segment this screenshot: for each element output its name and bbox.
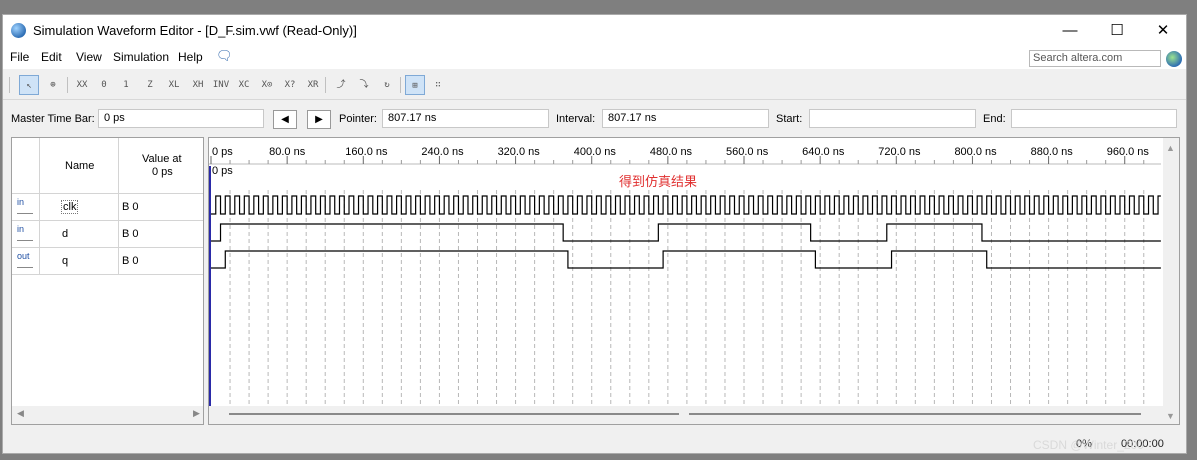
signal-list-panel: Name Value at 0 ps in clk B 0 in d B 0 o…: [11, 137, 204, 425]
scroll-right-icon[interactable]: ▶: [193, 408, 200, 419]
help-bubble-icon[interactable]: 🗨: [216, 48, 233, 64]
pointer-label: Pointer:: [339, 113, 377, 125]
toolbar-separator: [9, 77, 10, 93]
signal-value: B 0: [122, 201, 139, 213]
close-button[interactable]: ✕: [1143, 19, 1183, 43]
select-tool-icon[interactable]: ↖: [19, 75, 39, 95]
timeline-tick-label: 560.0 ns: [726, 146, 769, 158]
timeline-tick-label: 720.0 ns: [878, 146, 921, 158]
interval-label: Interval:: [556, 113, 596, 125]
signal-name[interactable]: q: [62, 255, 68, 267]
timeline-tick-label: 960.0 ns: [1107, 146, 1150, 158]
vertical-scrollbar[interactable]: [1163, 138, 1179, 424]
timeline-tick-label: 0 ps: [212, 146, 233, 158]
timeline-tick-label: 800.0 ns: [954, 146, 997, 158]
value-column-header-time: 0 ps: [152, 166, 173, 178]
time-bar: Master Time Bar: 0 ps ◀ ▶ Pointer: 807.1…: [3, 103, 1186, 133]
name-column-header[interactable]: Name: [65, 160, 94, 172]
uninitialized-value-icon[interactable]: XX: [72, 75, 92, 95]
scroll-up-icon[interactable]: ▲: [1166, 143, 1175, 153]
invert-icon[interactable]: INV: [211, 75, 231, 95]
pin-arrow: [17, 261, 33, 268]
timeline-tick-label: 400.0 ns: [574, 146, 617, 158]
search-input[interactable]: Search altera.com: [1029, 50, 1161, 67]
horizontal-scrollbar[interactable]: ◀ ▶: [12, 406, 203, 424]
pin-arrow: [17, 207, 33, 214]
count-value-icon[interactable]: XC: [234, 75, 254, 95]
timeline-tick-label: 480.0 ns: [650, 146, 693, 158]
scroll-down-icon[interactable]: ▼: [1166, 411, 1175, 421]
weak-low-icon[interactable]: XL: [164, 75, 184, 95]
globe-icon[interactable]: [1166, 51, 1182, 67]
random-value-icon[interactable]: XR: [303, 75, 323, 95]
toolbar-separator: [400, 77, 401, 93]
minimize-button[interactable]: —: [1050, 19, 1090, 43]
prev-transition-button[interactable]: ◀: [273, 110, 297, 129]
master-time-bar-field[interactable]: 0 ps: [98, 109, 264, 128]
signal-row-q[interactable]: out q B 0: [12, 247, 203, 275]
app-icon: [11, 23, 26, 38]
zoom-tool-icon[interactable]: ⊕: [43, 75, 63, 95]
menu-view[interactable]: View: [76, 50, 102, 64]
menu-help[interactable]: Help: [178, 50, 203, 64]
pin-arrow: [17, 234, 33, 241]
forcing-low-icon[interactable]: 0: [94, 75, 114, 95]
run-functional-icon[interactable]: ⤴: [331, 75, 351, 95]
end-label: End:: [983, 113, 1006, 125]
menu-edit[interactable]: Edit: [41, 50, 62, 64]
maximize-button[interactable]: ☐: [1097, 19, 1137, 43]
interval-field[interactable]: 807.17 ns: [602, 109, 769, 128]
timeline-tick-label: 80.0 ns: [269, 146, 306, 158]
toolbar-separator: [325, 77, 326, 93]
menu-simulation[interactable]: Simulation: [113, 50, 169, 64]
signal-row-d[interactable]: in d B 0: [12, 220, 203, 246]
start-label: Start:: [776, 113, 803, 125]
clock-value-icon[interactable]: X⊙: [257, 75, 277, 95]
clk-waveform[interactable]: [211, 195, 1161, 215]
timeline-tick-label: 320.0 ns: [498, 146, 541, 158]
signal-name[interactable]: clk: [60, 200, 79, 214]
watermark: CSDN @Winter_200: [1033, 438, 1144, 452]
signal-row-clk[interactable]: in clk B 0: [12, 193, 203, 219]
d-waveform[interactable]: [211, 223, 1161, 242]
scroll-left-icon[interactable]: ◀: [17, 408, 24, 419]
forcing-high-icon[interactable]: 1: [116, 75, 136, 95]
high-impedance-icon[interactable]: Z: [140, 75, 160, 95]
toolbar-separator: [67, 77, 68, 93]
title-bar: Simulation Waveform Editor - [D_F.sim.vw…: [3, 15, 1186, 47]
grid-settings-icon[interactable]: ∷: [428, 75, 448, 95]
annotation-text: 得到仿真结果: [619, 174, 697, 190]
timeline-tick-label: 880.0 ns: [1031, 146, 1074, 158]
waveform-canvas[interactable]: 0 ps 80.0 ns 160.0 ns 240.0 ns 320.0 ns 400.0…: [209, 138, 1179, 424]
input-pin-icon: in: [17, 224, 25, 234]
q-waveform[interactable]: [211, 250, 1161, 269]
start-field[interactable]: [809, 109, 976, 128]
next-transition-button[interactable]: ▶: [307, 110, 331, 129]
arbitrary-value-icon[interactable]: X?: [280, 75, 300, 95]
run-timing-icon[interactable]: ⤵: [354, 75, 374, 95]
application-window: Simulation Waveform Editor - [D_F.sim.vw…: [2, 14, 1187, 454]
master-time-bar-label: Master Time Bar:: [11, 113, 95, 125]
signal-name[interactable]: d: [62, 228, 68, 240]
snap-to-grid-icon[interactable]: ⊞: [405, 75, 425, 95]
output-pin-icon: out: [17, 251, 30, 261]
window-title: Simulation Waveform Editor - [D_F.sim.vw…: [33, 23, 357, 38]
weak-high-icon[interactable]: XH: [188, 75, 208, 95]
value-column-header[interactable]: Value at: [142, 153, 182, 165]
timeline-tick-label: 240.0 ns: [421, 146, 464, 158]
menu-file[interactable]: File: [10, 50, 29, 64]
marker-time-label: 0 ps: [212, 165, 233, 177]
end-field[interactable]: [1011, 109, 1177, 128]
menu-bar: File Edit View Simulation Help 🗨: [3, 47, 1186, 69]
pointer-field[interactable]: 807.17 ns: [382, 109, 549, 128]
generate-netlist-icon[interactable]: ↻: [377, 75, 397, 95]
waveform-panel[interactable]: 0 ps 80.0 ns 160.0 ns 240.0 ns 320.0 ns 400.0…: [208, 137, 1180, 425]
signal-value: B 0: [122, 255, 139, 267]
toolbar: ↖ ⊕ XX 0 1 Z XL XH INV XC X⊙ X? XR ⤴ ⤵ ↻…: [3, 71, 1186, 100]
signal-value: B 0: [122, 228, 139, 240]
timeline-tick-label: 160.0 ns: [345, 146, 388, 158]
input-pin-icon: in: [17, 197, 25, 207]
timeline-tick-label: 640.0 ns: [802, 146, 845, 158]
